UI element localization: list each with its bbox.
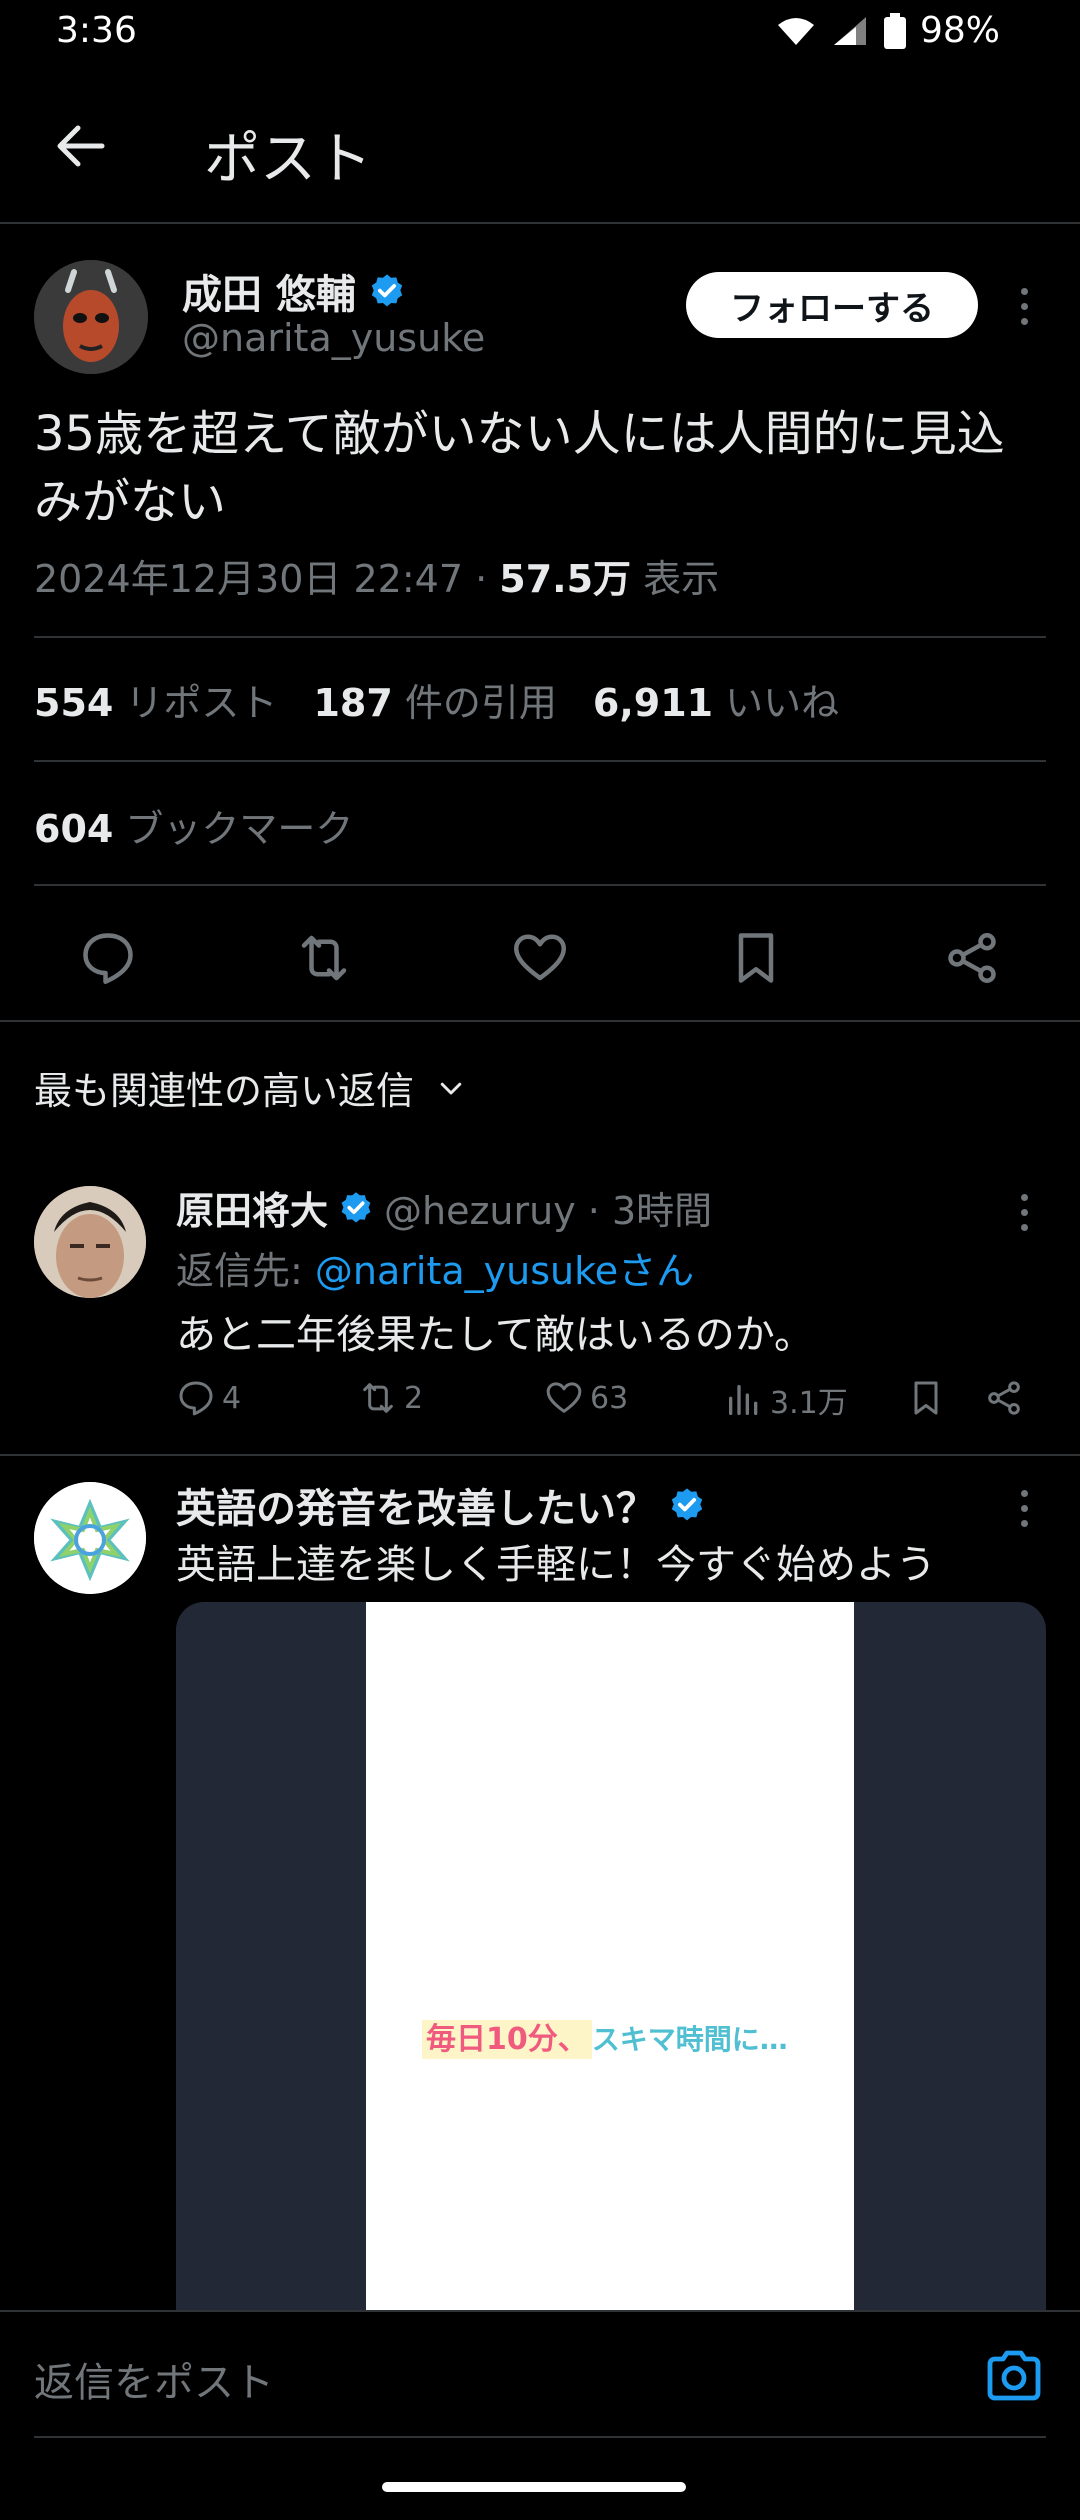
verified-badge-icon bbox=[341, 1191, 371, 1223]
share-icon[interactable] bbox=[942, 928, 1002, 988]
engagement-stats: 554 リポスト 187 件の引用 6,911 いいね bbox=[34, 672, 839, 727]
ad-caption-rest: スキマ時間に… bbox=[591, 2023, 788, 2056]
verified-badge-icon bbox=[671, 1488, 703, 1521]
back-arrow-icon[interactable] bbox=[52, 118, 108, 174]
divider bbox=[34, 760, 1046, 762]
author-name-text[interactable]: 成田 悠輔 bbox=[182, 262, 356, 320]
home-indicator[interactable] bbox=[382, 2482, 686, 2492]
status-icons: 98% bbox=[776, 10, 1000, 51]
ad-title[interactable]: 英語の発音を改善したい？ bbox=[176, 1476, 656, 1534]
reply-views-count: 3.1万 bbox=[770, 1386, 848, 1421]
like-icon[interactable] bbox=[510, 928, 570, 988]
bookmarks-label: ブックマーク bbox=[125, 807, 354, 851]
reply-reply-button[interactable]: 4 bbox=[176, 1378, 241, 1418]
follow-button[interactable]: フォローする bbox=[686, 272, 978, 338]
likes-label: いいね bbox=[725, 681, 840, 725]
post-meta: 2024年12月30日 22:47 · 57.5万 表示 bbox=[34, 548, 719, 603]
reply-likes-count: 63 bbox=[590, 1380, 629, 1416]
views-icon bbox=[729, 1385, 758, 1415]
ad-video[interactable]: 毎日10分、 スキマ時間に… bbox=[176, 1602, 1046, 2322]
reply-input[interactable]: 返信をポスト bbox=[34, 2350, 274, 2408]
author-name[interactable]: 成田 悠輔 bbox=[182, 262, 406, 320]
reply-views-button[interactable]: 3.1万 bbox=[724, 1378, 848, 1422]
reply-composer: 返信をポスト bbox=[0, 2310, 1080, 2442]
camera-icon[interactable] bbox=[984, 2348, 1044, 2404]
reposts-label: リポスト bbox=[125, 681, 278, 725]
ad-subtitle: 英語上達を楽しく手軽に！今すぐ始めよう bbox=[176, 1542, 936, 1588]
ad-video-frame: 毎日10分、 スキマ時間に… bbox=[366, 1602, 854, 2322]
reply-to-handle-link[interactable]: @narita_yusukeさん bbox=[315, 1249, 694, 1293]
reposts-stat[interactable]: 554 リポスト bbox=[34, 672, 277, 727]
likes-count: 6,911 bbox=[592, 681, 714, 725]
quotes-label: 件の引用 bbox=[404, 681, 557, 725]
page-title: ポスト bbox=[204, 127, 372, 192]
reply-text: あと二年後果たして敵はいるのか。 bbox=[176, 1312, 814, 1358]
ad-caption: 毎日10分、 スキマ時間に… bbox=[422, 2014, 788, 2059]
ad-avatar[interactable] bbox=[34, 1482, 146, 1594]
reply-more-options-icon[interactable] bbox=[1018, 1194, 1030, 1231]
reply-author-handle[interactable]: @hezuruy · 3時間 bbox=[384, 1180, 712, 1235]
bookmark-icon[interactable] bbox=[726, 928, 786, 988]
bookmark-icon[interactable] bbox=[906, 1378, 946, 1418]
like-icon bbox=[546, 1382, 582, 1413]
header-divider bbox=[0, 222, 1080, 224]
battery-percent: 98% bbox=[919, 10, 1000, 51]
author-handle[interactable]: @narita_yusuke bbox=[182, 316, 485, 360]
ad-caption-highlight: 毎日10分、 bbox=[422, 2020, 592, 2059]
share-icon[interactable] bbox=[984, 1378, 1024, 1418]
ad-more-options-icon[interactable] bbox=[1018, 1490, 1030, 1527]
views-label: 表示 bbox=[631, 557, 720, 601]
divider bbox=[0, 1020, 1080, 1022]
repost-icon[interactable] bbox=[294, 928, 354, 988]
status-time: 3:36 bbox=[56, 10, 137, 51]
composer-underline bbox=[34, 2436, 1046, 2438]
reply-header: 原田将大 @hezuruy · 3時間 bbox=[176, 1180, 712, 1235]
signal-icon bbox=[833, 16, 866, 45]
battery-icon bbox=[883, 12, 906, 49]
reply-sort-dropdown[interactable]: 最も関連性の高い返信 bbox=[34, 1060, 466, 1115]
ad-header[interactable]: 英語の発音を改善したい？ bbox=[176, 1476, 706, 1534]
likes-stat[interactable]: 6,911 いいね bbox=[593, 672, 839, 727]
post-timestamp: 2024年12月30日 22:47 · bbox=[34, 557, 500, 601]
reply-like-button[interactable]: 63 bbox=[544, 1378, 628, 1418]
divider bbox=[0, 1454, 1080, 1456]
reply-replies-count: 4 bbox=[222, 1380, 242, 1416]
reply-to-prefix: 返信先: bbox=[176, 1249, 315, 1293]
reply-sort-label: 最も関連性の高い返信 bbox=[34, 1069, 415, 1113]
reply-icon bbox=[179, 1381, 213, 1416]
wifi-icon bbox=[777, 17, 814, 45]
verified-badge-icon bbox=[371, 274, 403, 307]
bookmarks-count: 604 bbox=[34, 807, 114, 851]
post-actions bbox=[0, 916, 1080, 1000]
reply-to-line: 返信先: @narita_yusukeさん bbox=[176, 1240, 694, 1295]
chevron-down-icon bbox=[440, 1082, 462, 1094]
divider bbox=[34, 636, 1046, 638]
post-text: 35歳を超えて敵がいない人には人間的に見込みがない bbox=[34, 406, 1005, 530]
reply-author-name[interactable]: 原田将大 bbox=[176, 1180, 328, 1235]
views-count[interactable]: 57.5万 bbox=[499, 557, 631, 601]
repost-icon bbox=[363, 1383, 393, 1413]
bookmarks-stat[interactable]: 604 ブックマーク bbox=[34, 798, 353, 853]
quotes-stat[interactable]: 187 件の引用 bbox=[313, 672, 556, 727]
divider bbox=[34, 884, 1046, 886]
reposts-count: 554 bbox=[34, 681, 114, 725]
reply-avatar[interactable] bbox=[34, 1186, 146, 1298]
reply-repost-button[interactable]: 2 bbox=[358, 1378, 423, 1418]
more-options-icon[interactable] bbox=[1018, 288, 1030, 325]
reply-actions: 4 2 63 3.1万 bbox=[176, 1378, 1046, 1434]
reply-icon[interactable] bbox=[78, 928, 138, 988]
quotes-count: 187 bbox=[313, 681, 393, 725]
reply-reposts-count: 2 bbox=[404, 1380, 424, 1416]
avatar[interactable] bbox=[34, 260, 148, 374]
